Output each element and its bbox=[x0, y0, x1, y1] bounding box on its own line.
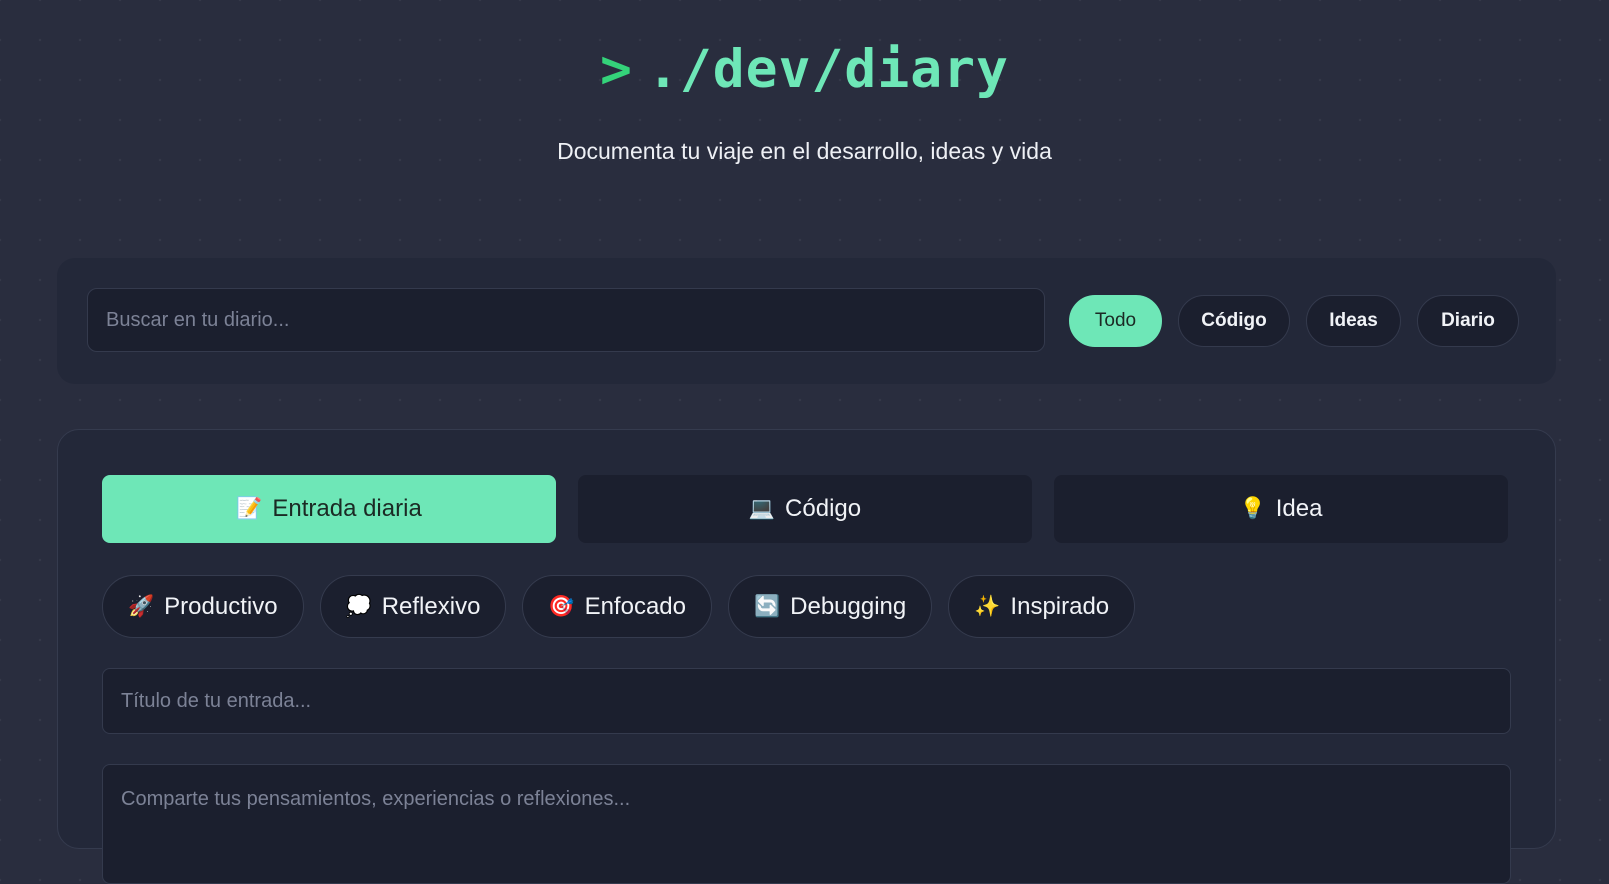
type-label: Código bbox=[785, 495, 862, 522]
type-label: Entrada diaria bbox=[272, 495, 422, 522]
search-input[interactable] bbox=[87, 288, 1045, 352]
type-label: Idea bbox=[1275, 495, 1323, 522]
type-entrada-diaria-button[interactable]: 📝 Entrada diaria bbox=[102, 475, 556, 543]
rocket-icon: 🚀 bbox=[128, 594, 155, 618]
memo-icon: 📝 bbox=[236, 497, 263, 520]
entry-content-textarea[interactable] bbox=[102, 764, 1511, 884]
search-filter-bar: Todo Código Ideas Diario bbox=[57, 258, 1556, 384]
lightbulb-icon: 💡 bbox=[1239, 497, 1266, 520]
mood-reflexivo[interactable]: 💭 Reflexivo bbox=[319, 575, 507, 638]
mood-label: Productivo bbox=[164, 592, 278, 620]
filter-ideas[interactable]: Ideas bbox=[1306, 295, 1401, 347]
mood-enfocado[interactable]: 🎯 Enfocado bbox=[522, 575, 712, 638]
filter-todo[interactable]: Todo bbox=[1069, 295, 1162, 347]
mood-productivo[interactable]: 🚀 Productivo bbox=[102, 575, 304, 638]
entry-type-selector: 📝 Entrada diaria 💻 Código 💡 Idea bbox=[102, 475, 1508, 543]
app-title: ./dev/diary bbox=[646, 39, 1009, 100]
mood-debugging[interactable]: 🔄 Debugging bbox=[728, 575, 933, 638]
filter-codigo[interactable]: Código bbox=[1178, 295, 1290, 347]
entry-title-input[interactable] bbox=[102, 668, 1511, 734]
app-subtitle: Documenta tu viaje en el desarrollo, ide… bbox=[557, 138, 1052, 164]
type-idea-button[interactable]: 💡 Idea bbox=[1054, 475, 1508, 543]
prompt-icon: > bbox=[600, 39, 633, 100]
laptop-icon: 💻 bbox=[748, 497, 776, 520]
new-entry-card: 📝 Entrada diaria 💻 Código 💡 Idea 🚀 Produ… bbox=[57, 429, 1556, 884]
mood-inspirado[interactable]: ✨ Inspirado bbox=[948, 575, 1136, 638]
filter-group: Todo Código Ideas Diario bbox=[1069, 295, 1519, 347]
type-codigo-button[interactable]: 💻 Código bbox=[578, 475, 1032, 543]
mood-label: Enfocado bbox=[584, 592, 686, 620]
refresh-icon: 🔄 bbox=[754, 594, 781, 618]
mood-label: Reflexivo bbox=[381, 592, 481, 620]
thought-bubble-icon: 💭 bbox=[345, 594, 372, 618]
target-icon: 🎯 bbox=[548, 594, 575, 618]
mood-label: Inspirado bbox=[1010, 592, 1110, 620]
mood-selector: 🚀 Productivo 💭 Reflexivo 🎯 Enfocado 🔄 De… bbox=[102, 575, 1136, 638]
mood-label: Debugging bbox=[790, 592, 907, 620]
filter-diario[interactable]: Diario bbox=[1417, 295, 1519, 347]
sparkles-icon: ✨ bbox=[974, 594, 1001, 618]
app-logo: > ./dev/diary bbox=[0, 38, 1609, 102]
